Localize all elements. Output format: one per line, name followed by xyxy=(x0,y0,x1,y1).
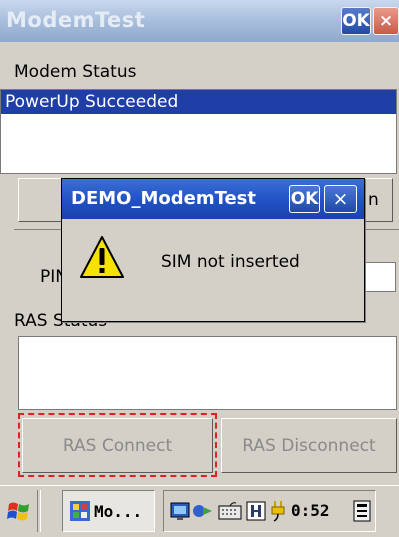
dialog-ok-button[interactable]: OK xyxy=(289,185,320,213)
power-plug-icon[interactable] xyxy=(270,499,286,523)
start-icon[interactable] xyxy=(6,499,32,525)
sync-icon[interactable] xyxy=(192,501,214,521)
window-close-button[interactable]: × xyxy=(373,7,399,35)
dialog-close-button[interactable]: × xyxy=(324,185,357,213)
taskbar-clock[interactable]: 0:52 xyxy=(291,501,330,520)
dialog-title-bar: DEMO_ModemTest OK × xyxy=(62,179,364,219)
ras-status-box[interactable] xyxy=(18,336,397,410)
dialog-title: DEMO_ModemTest xyxy=(71,188,256,209)
input-mode-icon[interactable] xyxy=(246,501,266,521)
taskbar-separator xyxy=(37,490,41,532)
warning-icon xyxy=(80,236,124,278)
input-panel-icon[interactable] xyxy=(352,499,372,523)
taskbar-app-button[interactable]: Mo... xyxy=(62,490,155,532)
keyboard-icon[interactable] xyxy=(218,501,242,521)
hidden-right-button-label-fragment: n xyxy=(368,190,379,210)
window-ok-button[interactable]: OK xyxy=(341,7,371,35)
taskbar: Mo... 0:52 xyxy=(0,485,399,537)
focus-highlight-frame xyxy=(18,413,217,477)
dialog-message: SIM not inserted xyxy=(161,252,300,272)
window-title: ModemTest xyxy=(6,8,146,32)
list-item[interactable]: PowerUp Succeeded xyxy=(1,90,396,114)
modem-status-label: Modem Status xyxy=(14,62,137,82)
network-icon[interactable] xyxy=(170,501,190,521)
message-dialog: DEMO_ModemTest OK × SIM not inserted xyxy=(61,178,365,322)
modem-status-list[interactable]: PowerUp Succeeded xyxy=(0,89,397,174)
app-icon xyxy=(70,501,90,521)
window-title-bar: ModemTest OK × xyxy=(0,0,399,42)
taskbar-app-label: Mo... xyxy=(94,502,143,521)
pin-field[interactable] xyxy=(362,262,396,292)
ras-disconnect-button[interactable]: RAS Disconnect xyxy=(221,418,397,473)
system-tray: 0:52 xyxy=(163,490,376,532)
